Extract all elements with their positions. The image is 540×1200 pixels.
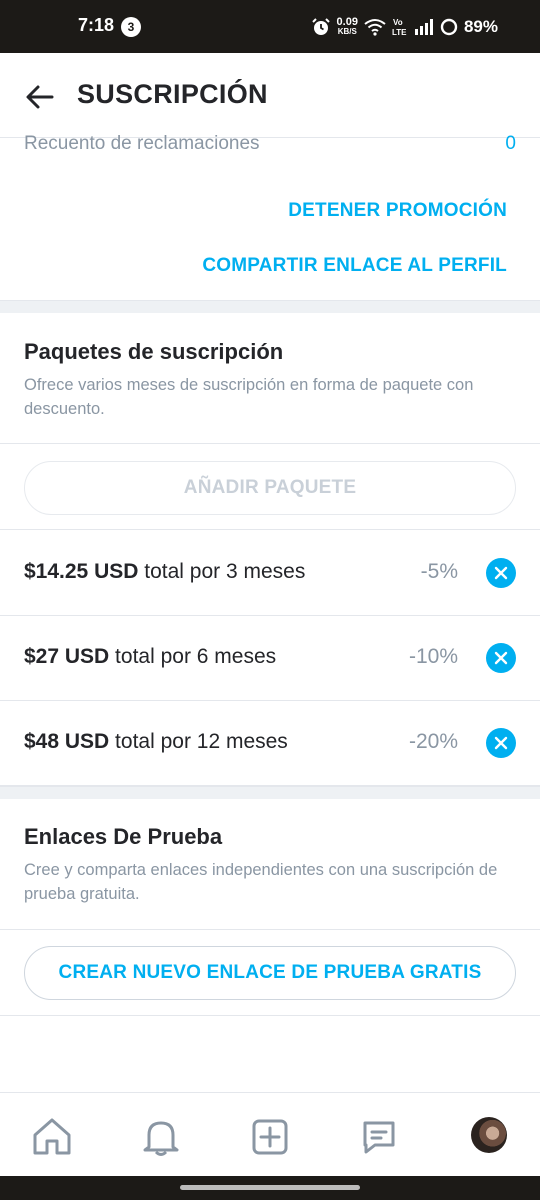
trial-links-description: Cree y comparta enlaces independientes c… <box>24 861 498 903</box>
status-icons: 0.09 KB/S Vo LTE 89% <box>311 14 498 40</box>
battery-percent: 89% <box>463 17 498 36</box>
bundle-price: $14.25 USD <box>24 560 139 583</box>
close-icon <box>494 651 508 665</box>
bundle-row: $14.25 USD total por 3 meses -5% <box>0 530 540 616</box>
section-separator <box>0 786 540 799</box>
status-bar: 7:18 3 0.09 KB/S Vo LTE 89% <box>0 0 540 53</box>
bundle-period: total por 3 meses <box>138 560 306 583</box>
avatar[interactable] <box>471 1117 507 1153</box>
trial-links-title: Enlaces De Prueba <box>24 824 223 849</box>
bundle-price: $48 USD <box>24 730 110 753</box>
bottom-navigation <box>0 1092 540 1177</box>
network-speed: 0.09 KB/S <box>337 17 358 37</box>
gesture-handle[interactable] <box>180 1185 360 1190</box>
claims-count-label: Recuento de reclamaciones <box>24 133 260 154</box>
claims-count-value: 0 <box>505 133 516 154</box>
wifi-icon <box>364 19 386 36</box>
claims-count-row: Recuento de reclamaciones 0 <box>0 133 540 172</box>
bundle-discount: -20% <box>408 730 458 753</box>
network-speed-unit: KB/S <box>337 27 357 36</box>
bundle-row: $27 USD total por 6 meses -10% <box>0 615 540 701</box>
chat-icon[interactable] <box>357 1115 401 1159</box>
bundles-title: Paquetes de suscripción <box>24 339 284 364</box>
volte-icon: Vo LTE <box>392 18 407 37</box>
subscription-content: Recuento de reclamaciones 0 DETENER PROM… <box>0 133 540 1016</box>
home-icon[interactable] <box>30 1115 74 1159</box>
bundle-summary: $14.25 USD total por 3 meses <box>24 560 305 584</box>
divider <box>0 929 540 930</box>
app-header: SUSCRIPCIÓN <box>0 53 540 138</box>
bundle-period: total por 12 meses <box>109 730 288 753</box>
bundle-period: total por 6 meses <box>109 645 277 668</box>
bundles-description: Ofrece varios meses de suscripción en fo… <box>24 376 474 418</box>
add-bundle-button[interactable]: AÑADIR PAQUETE <box>24 461 516 515</box>
signal-icon <box>414 19 433 35</box>
divider <box>0 1015 540 1016</box>
page-title: SUSCRIPCIÓN <box>77 79 268 109</box>
svg-text:LTE: LTE <box>392 28 407 37</box>
section-separator <box>0 300 540 313</box>
bundle-summary: $48 USD total por 12 meses <box>24 730 288 754</box>
stop-promotion-button[interactable]: DETENER PROMOCIÓN <box>288 200 507 222</box>
alarm-icon <box>311 18 330 35</box>
remove-bundle-button[interactable] <box>486 728 516 758</box>
bundle-price: $27 USD <box>24 645 110 668</box>
notification-count-badge: 3 <box>121 17 141 37</box>
close-icon <box>494 566 508 580</box>
create-trial-link-button[interactable]: CREAR NUEVO ENLACE DE PRUEBA GRATIS <box>24 946 516 1000</box>
status-time: 7:18 <box>78 15 115 35</box>
network-speed-value: 0.09 <box>336 16 358 28</box>
bundle-discount: -10% <box>408 645 458 668</box>
plus-square-icon[interactable] <box>248 1115 292 1159</box>
close-icon <box>494 736 508 750</box>
remove-bundle-button[interactable] <box>486 558 516 588</box>
share-profile-link-button[interactable]: COMPARTIR ENLACE AL PERFIL <box>202 255 507 277</box>
bell-icon[interactable] <box>139 1115 183 1159</box>
back-arrow-icon[interactable] <box>22 79 58 115</box>
gesture-navigation-bar <box>0 1176 540 1200</box>
remove-bundle-button[interactable] <box>486 643 516 673</box>
divider <box>0 443 540 444</box>
bundle-summary: $27 USD total por 6 meses <box>24 645 276 669</box>
battery-ring-icon <box>440 18 458 36</box>
bundle-row: $48 USD total por 12 meses -20% <box>0 700 540 786</box>
bundle-discount: -5% <box>420 560 458 583</box>
svg-text:Vo: Vo <box>393 18 403 27</box>
